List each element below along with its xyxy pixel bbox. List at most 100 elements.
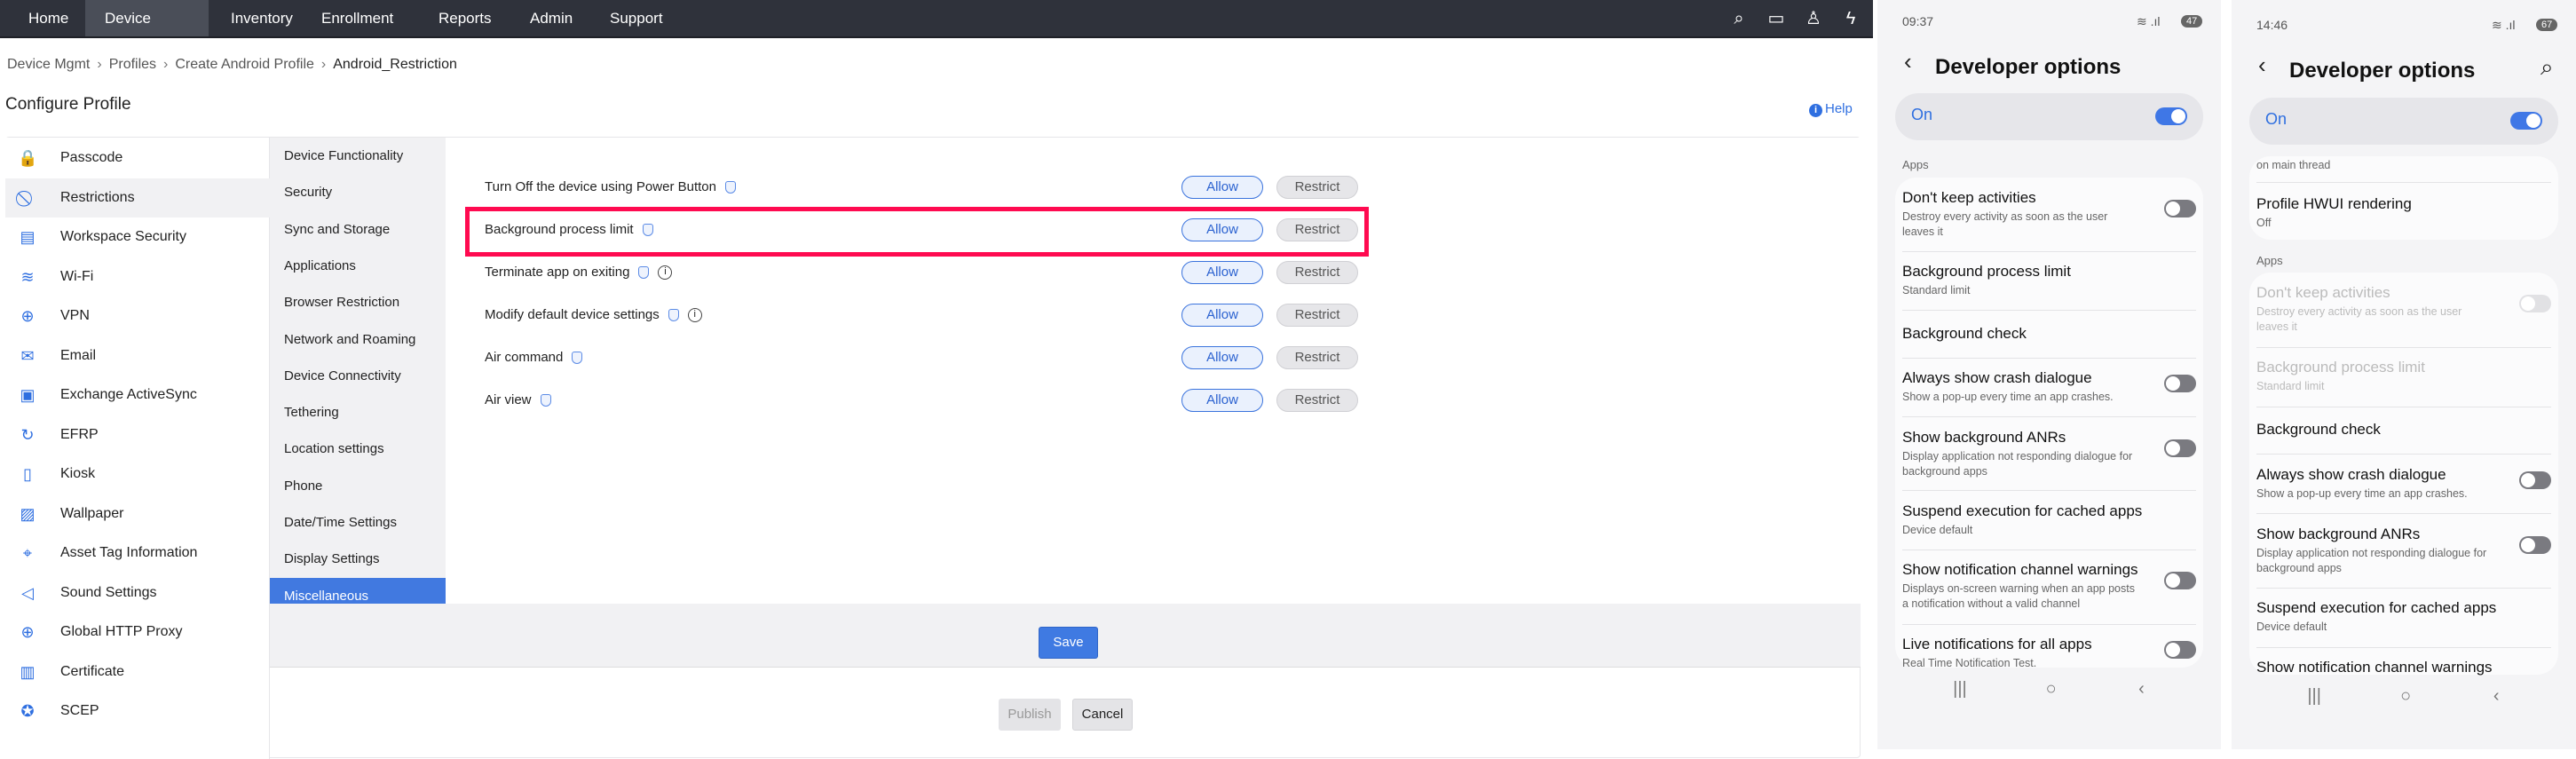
back-icon[interactable]: ‹ [1904,48,1912,75]
setting-item[interactable]: Don't keep activities Destroy every activ… [1902,189,2196,240]
menu-item-wallpaper[interactable]: ▨ Wallpaper [5,494,270,534]
allow-button[interactable]: Allow [1181,346,1263,369]
category-location-settings[interactable]: Location settings [270,431,446,467]
restrict-button[interactable]: Restrict [1276,261,1358,284]
android-shield-icon [668,309,679,322]
setting-item[interactable]: Always show crash dialogue Show a pop-up … [2256,466,2551,502]
setting-item[interactable]: Suspend execution for cached apps Device … [1902,502,2196,538]
nav-reports[interactable]: Reports [419,0,511,36]
cancel-button[interactable]: Cancel [1072,699,1133,731]
toggle-switch[interactable] [2164,641,2196,659]
developer-options-toggle-row[interactable]: On [2249,98,2558,145]
separator [2256,182,2551,183]
bolt-icon[interactable]: ϟ [1840,8,1861,29]
nav-support[interactable]: Support [590,0,683,36]
category-date-time-settings[interactable]: Date/Time Settings [270,504,446,541]
home-icon[interactable]: ○ [2046,679,2057,700]
master-toggle[interactable] [2510,112,2542,130]
item-subtitle: Display application not responding dialo… [1902,450,2133,478]
info-icon[interactable]: i [687,308,702,323]
toggle-switch[interactable] [2164,439,2196,457]
setting-item[interactable]: Background check [1902,325,2196,343]
allow-button[interactable]: Allow [1181,261,1263,284]
breadcrumb-item[interactable]: Create Android Profile [175,57,314,72]
category-applications[interactable]: Applications [270,248,446,284]
setting-item[interactable]: Suspend execution for cached apps Device … [2256,599,2551,635]
category-security[interactable]: Security [270,174,446,210]
allow-button[interactable]: Allow [1181,176,1263,199]
toggle-switch[interactable] [2164,375,2196,392]
setting-item[interactable]: Live notifications for all apps Real Time… [1902,636,2196,671]
menu-item-kiosk[interactable]: ▯ Kiosk [5,455,270,494]
menu-item-asset-tag-information[interactable]: ⌖ Asset Tag Information [5,534,270,573]
category-device-connectivity[interactable]: Device Connectivity [270,358,446,394]
nav-device-mgmt[interactable]: Device Mgmt [85,0,209,63]
setting-item[interactable]: Background process limit Standard limit [1902,263,2196,298]
back-nav-icon[interactable]: ‹ [2138,679,2145,700]
category-browser-restriction[interactable]: Browser Restriction [270,284,446,320]
menu-item-certificate[interactable]: ▥ Certificate [5,652,270,692]
setting-profile-hwui[interactable]: Profile HWUI rendering Off [2256,195,2551,231]
menu-item-exchange-activesync[interactable]: ▣ Exchange ActiveSync [5,376,270,415]
menu-item-workspace-security[interactable]: ▤ Workspace Security [5,217,270,257]
save-button[interactable]: Save [1039,627,1098,659]
setting-item[interactable]: Background check [2256,421,2551,439]
menu-item-wi-fi[interactable]: ≋ Wi-Fi [5,257,270,296]
back-nav-icon[interactable]: ‹ [2493,686,2500,707]
publish-button[interactable]: Publish [999,699,1061,731]
menu-item-passcode[interactable]: 🔒 Passcode [5,138,270,178]
nav-home[interactable]: Home [9,0,88,36]
restrict-button[interactable]: Restrict [1276,176,1358,199]
nav-inventory[interactable]: Inventory [211,0,312,36]
toggle-switch[interactable] [2164,572,2196,589]
breadcrumb-item[interactable]: Device Mgmt [7,57,90,72]
help-link[interactable]: i Help [1809,101,1853,117]
developer-options-toggle-row[interactable]: On [1895,93,2203,140]
nav-admin[interactable]: Admin [510,0,592,36]
allow-button[interactable]: Allow [1181,389,1263,412]
setting-item[interactable]: Don't keep activities Destroy every activ… [2256,284,2551,335]
breadcrumb-item[interactable]: Profiles [109,57,156,72]
setting-item[interactable]: Show background ANRs Display application … [1902,429,2196,479]
restrict-button[interactable]: Restrict [1276,304,1358,327]
menu-item-sound-settings[interactable]: ◁ Sound Settings [5,573,270,613]
help-label: Help [1825,101,1853,116]
search-icon[interactable]: ⌕ [1728,8,1750,29]
category-tethering[interactable]: Tethering [270,394,446,431]
menu-item-global-http-proxy[interactable]: ⊕ Global HTTP Proxy [5,613,270,652]
menu-item-efrp[interactable]: ↻ EFRP [5,415,270,455]
setting-item[interactable]: Show notification channel warnings Displa… [1902,561,2196,612]
category-phone[interactable]: Phone [270,468,446,504]
restrict-button[interactable]: Restrict [1276,346,1358,369]
rocket-icon[interactable]: ♙ [1803,8,1824,29]
toggle-switch[interactable] [2519,536,2551,554]
info-icon[interactable]: i [658,265,673,281]
nav-enrollment[interactable]: Enrollment [302,0,413,36]
menu-item-vpn[interactable]: ⊕ VPN [5,296,270,336]
setting-item[interactable]: Background process limit Standard limit [2256,359,2551,394]
recent-apps-icon[interactable]: ||| [2307,686,2321,707]
search-icon[interactable]: ⌕ [2540,53,2554,82]
setting-item[interactable]: Always show crash dialogue Show a pop-up … [1902,369,2196,405]
allow-button[interactable]: Allow [1181,304,1263,327]
toggle-switch[interactable] [2519,471,2551,489]
video-icon[interactable]: ▭ [1766,8,1787,29]
item-title: Background check [2256,421,2381,438]
menu-item-label: SCEP [60,703,99,718]
master-toggle[interactable] [2155,107,2187,125]
category-network-and-roaming[interactable]: Network and Roaming [270,321,446,358]
category-device-functionality[interactable]: Device Functionality [270,138,446,174]
setting-item[interactable]: Show notification channel warnings [2256,659,2551,676]
back-icon[interactable]: ‹ [2258,51,2266,79]
menu-item-scep[interactable]: ✪ SCEP [5,692,270,731]
category-display-settings[interactable]: Display Settings [270,541,446,577]
recent-apps-icon[interactable]: ||| [1953,679,1967,700]
toggle-switch[interactable] [2164,200,2196,217]
setting-item[interactable]: Show background ANRs Display application … [2256,526,2551,576]
on-label: On [2265,110,2288,128]
restrict-button[interactable]: Restrict [1276,389,1358,412]
menu-item-restrictions[interactable]: ⃠ Restrictions [5,178,270,217]
home-icon[interactable]: ○ [2400,686,2411,707]
category-sync-and-storage[interactable]: Sync and Storage [270,211,446,248]
menu-item-email[interactable]: ✉ Email [5,336,270,376]
